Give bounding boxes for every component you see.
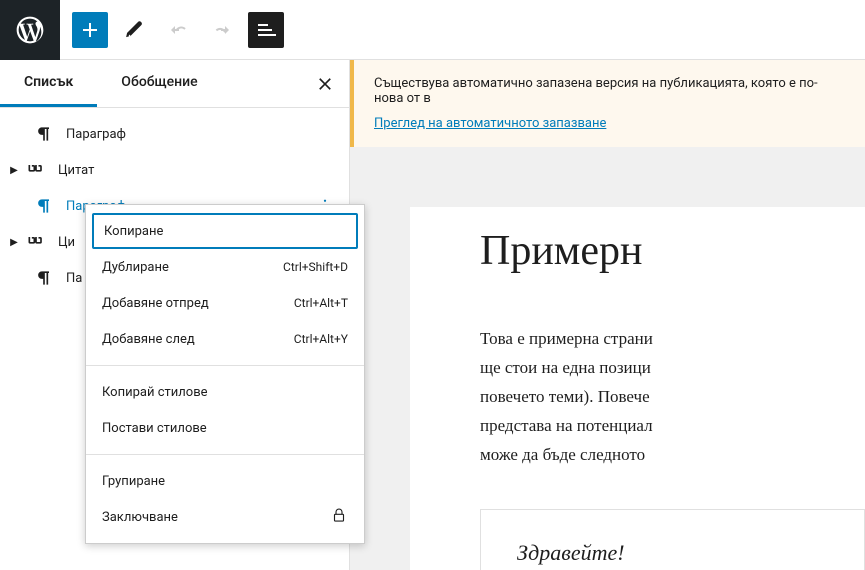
paragraph-icon [32,122,56,146]
page-paragraph[interactable]: Това е примерна странище стои на една по… [480,325,865,469]
notice-text: Съществува автоматично запазена версия н… [374,76,845,106]
quote-icon [24,230,48,254]
add-block-button[interactable] [72,12,108,48]
menu-separator [86,365,364,366]
tab-list[interactable]: Списък [0,60,97,107]
sidebar: Списък Обобщение Параграф ▶ Цитат Парагр… [0,60,350,570]
top-toolbar [0,0,865,60]
autosave-notice: Съществува автоматично запазена версия н… [350,60,865,147]
editor-content: Съществува автоматично запазена версия н… [350,60,865,570]
editor-body: Примерн Това е примерна странище стои на… [350,147,865,570]
sidebar-tabs: Списък Обобщение [0,60,349,108]
menu-duplicate[interactable]: ДублиранеCtrl+Shift+D [86,249,364,285]
list-view-button[interactable] [248,12,284,48]
chevron-right-icon[interactable]: ▶ [4,237,24,248]
block-label: Цитат [58,163,337,178]
wordpress-logo[interactable] [0,0,60,60]
menu-separator [86,454,364,455]
menu-copy[interactable]: Копиране [92,213,358,249]
block-label: Параграф [66,127,337,142]
menu-paste-styles[interactable]: Постави стилове [86,410,364,446]
redo-button [204,12,240,48]
notice-link[interactable]: Преглед на автоматичното запазване [374,116,606,131]
list-item-paragraph[interactable]: Параграф [0,116,349,152]
menu-insert-before[interactable]: Добавяне отпредCtrl+Alt+T [86,285,364,321]
menu-copy-styles[interactable]: Копирай стилове [86,374,364,410]
edit-mode-button[interactable] [116,12,152,48]
paragraph-icon [32,194,56,218]
tab-summary[interactable]: Обобщение [97,60,221,107]
toolbar-buttons [60,12,296,48]
menu-insert-after[interactable]: Добавяне следCtrl+Alt+Y [86,321,364,357]
lock-icon [330,506,348,528]
paragraph-icon [32,266,56,290]
menu-lock[interactable]: Заключване [86,499,364,535]
chevron-right-icon[interactable]: ▶ [4,165,24,176]
list-item-quote[interactable]: ▶ Цитат [0,152,349,188]
close-sidebar-button[interactable] [301,60,349,107]
menu-group[interactable]: Групиране [86,463,364,499]
quote-icon [24,158,48,182]
block-list: Параграф ▶ Цитат Параграф ▶ Ци Па [0,108,349,304]
page-title[interactable]: Примерн [480,227,865,275]
main-area: Списък Обобщение Параграф ▶ Цитат Парагр… [0,60,865,570]
undo-button [160,12,196,48]
quote-block[interactable]: Здравейте!за актьор [480,509,865,570]
block-options-menu: Копиране ДублиранеCtrl+Shift+D Добавяне … [85,204,365,544]
editor-canvas[interactable]: Примерн Това е примерна странище стои на… [410,207,865,570]
quote-text[interactable]: Здравейте!за актьор [517,540,828,570]
